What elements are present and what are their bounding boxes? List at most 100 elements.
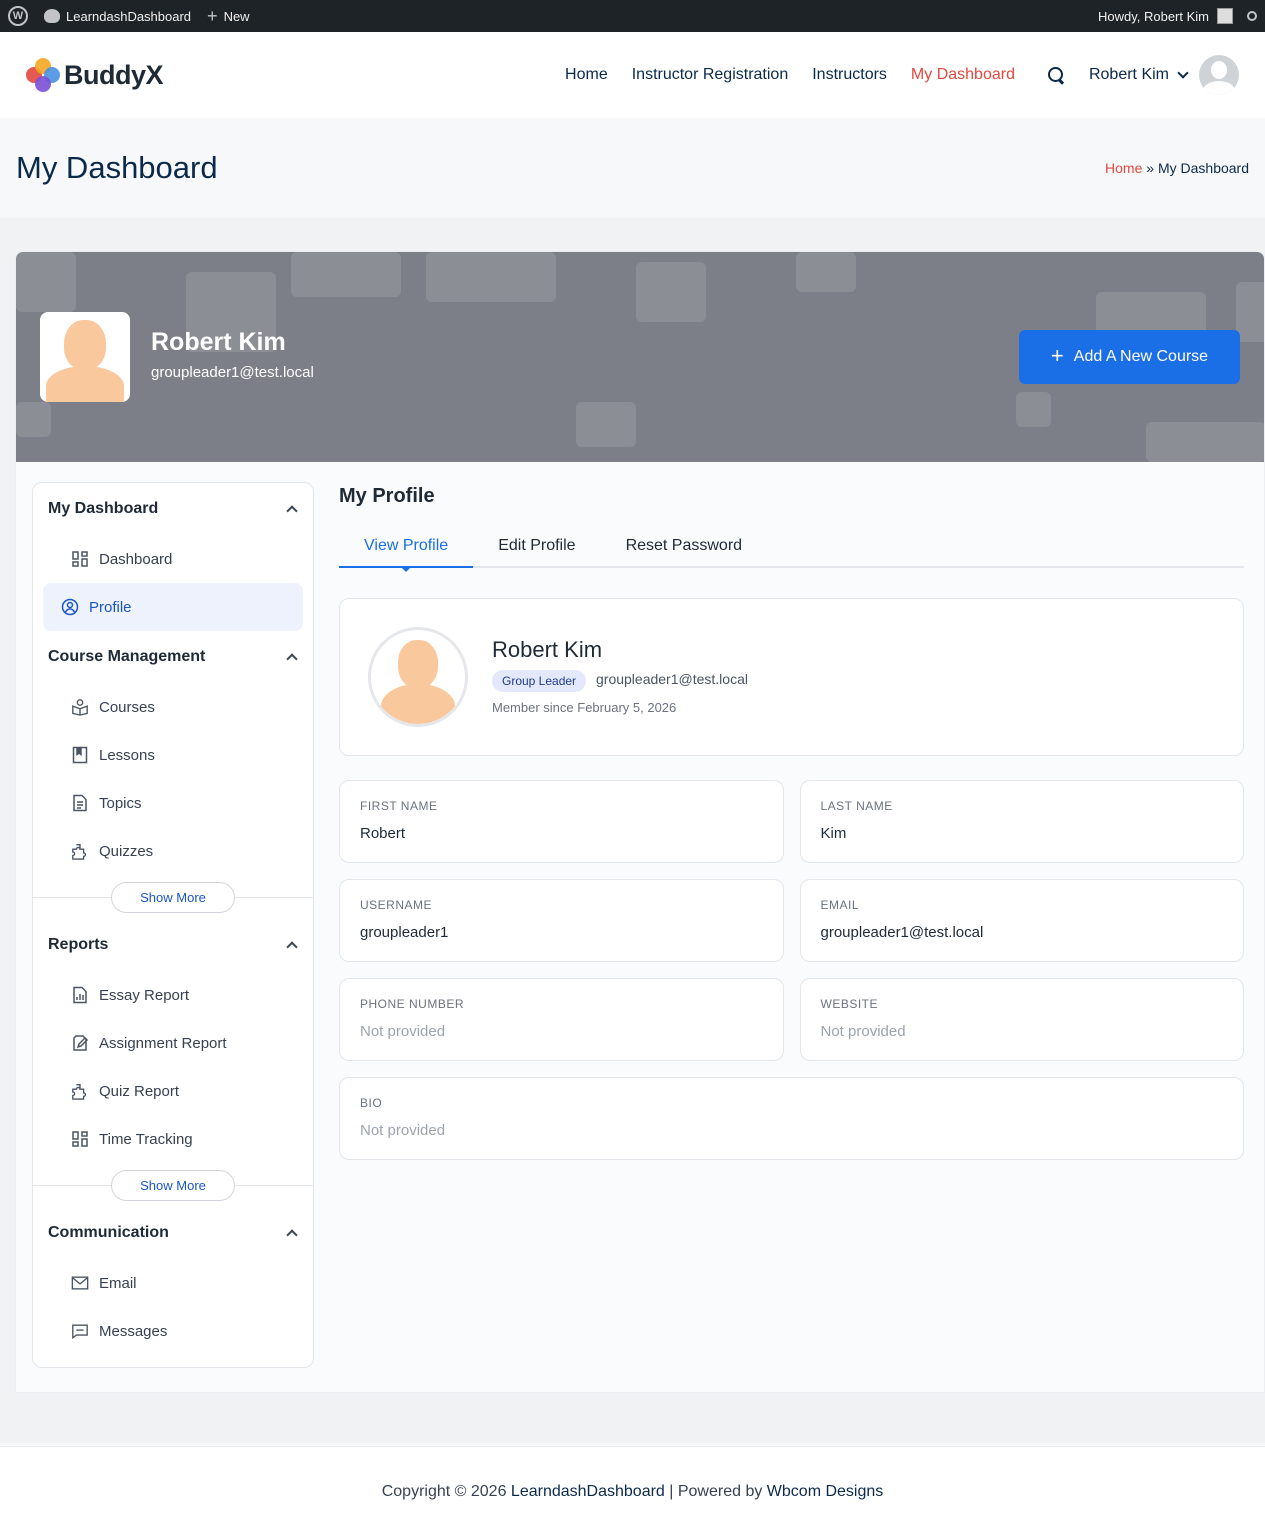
show-more-button[interactable]: Show More — [111, 1169, 235, 1201]
admin-bar-site[interactable]: LearndashDashboard — [44, 9, 191, 24]
main-nav: Home Instructor Registration Instructors… — [565, 55, 1239, 95]
sidebar-item-label: Essay Report — [99, 986, 190, 1004]
person-silhouette-icon — [371, 630, 465, 724]
nav-instructor-registration[interactable]: Instructor Registration — [632, 66, 789, 84]
message-icon — [71, 1322, 89, 1340]
chevron-up-icon — [286, 505, 298, 517]
sidebar-item-assignment-report[interactable]: Assignment Report — [43, 1019, 303, 1067]
field-email: EMAIL groupleader1@test.local — [799, 879, 1244, 962]
tab-reset-password[interactable]: Reset Password — [601, 526, 768, 566]
sidebar-item-messages[interactable]: Messages — [43, 1307, 303, 1355]
user-avatar[interactable] — [1199, 55, 1239, 95]
sidebar-item-email[interactable]: Email — [43, 1259, 303, 1307]
wordpress-logo-icon[interactable]: W — [8, 6, 28, 26]
mail-icon — [71, 1274, 89, 1292]
edit-icon — [71, 1034, 89, 1052]
site-header: BuddyX Home Instructor Registration Inst… — [0, 32, 1265, 118]
section-header[interactable]: Communication — [33, 1207, 313, 1259]
breadcrumb-home[interactable]: Home — [1105, 160, 1142, 176]
show-more-divider: Show More — [33, 1163, 313, 1207]
profile-email: groupleader1@test.local — [596, 671, 748, 687]
role-badge: Group Leader — [492, 670, 587, 692]
sidebar-item-essay-report[interactable]: Essay Report — [43, 971, 303, 1019]
section-header[interactable]: Reports — [33, 919, 313, 971]
profile-content: My Profile View Profile Edit Profile Res… — [339, 482, 1244, 1160]
search-icon[interactable] — [1047, 66, 1065, 84]
sidebar-item-label: Messages — [99, 1322, 168, 1340]
sidebar-item-courses[interactable]: Courses — [43, 683, 303, 731]
sidebar-section-communication: Communication Email Messages — [33, 1207, 313, 1367]
sidebar-item-profile[interactable]: Profile — [43, 583, 303, 631]
section-header[interactable]: Course Management — [33, 631, 313, 683]
banner-avatar — [40, 312, 130, 402]
sidebar-item-label: Courses — [99, 698, 155, 716]
section-title: Reports — [48, 936, 109, 953]
admin-bar-new[interactable]: + New — [207, 7, 250, 25]
profile-summary-card: Robert Kim Group Leader groupleader1@tes… — [339, 598, 1244, 756]
footer-powered-by: | Powered by — [664, 1482, 767, 1500]
sidebar-item-time-tracking[interactable]: Time Tracking — [43, 1115, 303, 1163]
sidebar-item-label: Quiz Report — [99, 1082, 180, 1100]
nav-my-dashboard[interactable]: My Dashboard — [911, 66, 1015, 84]
add-new-course-label: Add A New Course — [1073, 348, 1209, 365]
page-title: My Dashboard — [16, 150, 218, 185]
document-icon — [71, 794, 89, 812]
sidebar-item-label: Quizzes — [99, 842, 154, 860]
admin-bar-new-label: New — [223, 8, 250, 24]
field-label: PHONE NUMBER — [360, 997, 465, 1011]
field-label: FIRST NAME — [360, 799, 438, 813]
show-more-button[interactable]: Show More — [111, 881, 235, 913]
sidebar-item-topics[interactable]: Topics — [43, 779, 303, 827]
chart-icon — [71, 986, 89, 1004]
sidebar-item-label: Profile — [89, 598, 132, 616]
tab-edit-profile[interactable]: Edit Profile — [473, 526, 600, 566]
admin-bar-account[interactable]: Howdy, Robert Kim — [1098, 8, 1257, 24]
field-website: WEBSITE Not provided — [799, 978, 1244, 1061]
footer-powered-link[interactable]: Wbcom Designs — [767, 1483, 883, 1501]
sidebar-item-lessons[interactable]: Lessons — [43, 731, 303, 779]
site-logo[interactable]: BuddyX — [26, 58, 164, 92]
field-value: groupleader1 — [360, 924, 449, 941]
field-label: BIO — [360, 1096, 383, 1110]
grid-icon — [71, 1130, 89, 1148]
sidebar-item-quiz-report[interactable]: Quiz Report — [43, 1067, 303, 1115]
banner-name: Robert Kim — [151, 328, 286, 356]
admin-bar-howdy: Howdy, Robert Kim — [1097, 8, 1209, 24]
breadcrumb-current: My Dashboard — [1157, 160, 1249, 176]
chevron-up-icon — [286, 941, 298, 953]
admin-bar-search-icon[interactable] — [1247, 11, 1257, 21]
profile-avatar — [368, 627, 468, 727]
field-last-name: LAST NAME Kim — [799, 780, 1244, 863]
field-label: WEBSITE — [820, 997, 879, 1011]
field-phone-number: PHONE NUMBER Not provided — [339, 978, 784, 1061]
sidebar-item-label: Dashboard — [99, 550, 173, 568]
site-footer: Copyright © 2026 LearndashDashboard | Po… — [0, 1446, 1265, 1536]
profile-tabs: View Profile Edit Profile Reset Password — [339, 526, 1244, 572]
section-title: My Profile — [339, 485, 435, 507]
field-value: Not provided — [820, 1023, 906, 1040]
sidebar-section-my-dashboard: My Dashboard Dashboard Profile — [33, 483, 313, 631]
footer-site-link[interactable]: LearndashDashboard — [511, 1483, 665, 1501]
member-since: Member since February 5, 2026 — [492, 700, 677, 715]
sidebar-item-label: Email — [99, 1274, 137, 1292]
field-label: EMAIL — [820, 898, 860, 912]
admin-bar: W LearndashDashboard + New Howdy, Robert… — [0, 0, 1265, 32]
nav-home[interactable]: Home — [565, 66, 608, 84]
sidebar-item-quizzes[interactable]: Quizzes — [43, 827, 303, 875]
user-menu[interactable]: Robert Kim — [1089, 55, 1239, 95]
sidebar-item-dashboard[interactable]: Dashboard — [43, 535, 303, 583]
bookmark-icon — [71, 746, 89, 764]
chevron-down-icon — [1177, 67, 1189, 79]
chevron-up-icon — [286, 653, 298, 665]
nav-instructors[interactable]: Instructors — [812, 66, 887, 84]
footer-copyright: Copyright © 2026 — [381, 1482, 511, 1500]
sidebar-section-course-management: Course Management Courses Lessons Topics… — [33, 631, 313, 919]
tab-view-profile[interactable]: View Profile — [339, 526, 474, 572]
person-silhouette-icon — [40, 312, 130, 402]
section-header[interactable]: My Dashboard — [33, 483, 313, 535]
user-circle-icon — [61, 598, 79, 616]
book-open-icon — [71, 698, 89, 716]
dashboard-area: Robert Kim groupleader1@test.local + Add… — [0, 218, 1265, 1443]
add-new-course-button[interactable]: + Add A New Course — [1019, 330, 1240, 384]
profile-name: Robert Kim — [492, 637, 603, 662]
